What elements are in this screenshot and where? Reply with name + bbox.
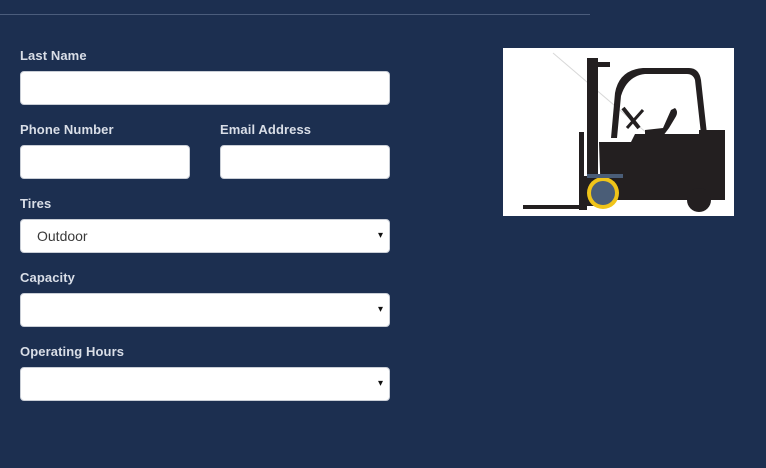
chevron-down-icon: ▾	[377, 304, 383, 315]
operating-hours-select[interactable]: ▾	[20, 367, 390, 401]
capacity-select[interactable]: ▾	[20, 293, 390, 327]
email-address-input[interactable]	[221, 146, 389, 178]
tires-label: Tires	[20, 196, 52, 211]
email-address-label: Email Address	[220, 122, 312, 137]
phone-number-label: Phone Number	[20, 122, 114, 137]
last-name-field[interactable]	[20, 71, 390, 105]
tires-select[interactable]: Outdoor ▾	[20, 219, 390, 253]
chevron-down-icon: ▾	[377, 378, 383, 389]
forklift-icon	[523, 52, 725, 212]
forklift-image	[503, 48, 734, 216]
operating-hours-label: Operating Hours	[20, 344, 125, 359]
quote-form-page: Last Name Phone Number Email Address Tir…	[0, 0, 766, 468]
tires-selected-value: Outdoor	[37, 228, 88, 244]
top-divider	[0, 14, 590, 15]
last-name-label: Last Name	[20, 48, 87, 63]
phone-number-field[interactable]	[20, 145, 190, 179]
phone-number-input[interactable]	[21, 146, 189, 178]
last-name-input[interactable]	[21, 72, 389, 104]
chevron-down-icon: ▾	[377, 230, 383, 241]
email-address-field[interactable]	[220, 145, 390, 179]
capacity-label: Capacity	[20, 270, 75, 285]
